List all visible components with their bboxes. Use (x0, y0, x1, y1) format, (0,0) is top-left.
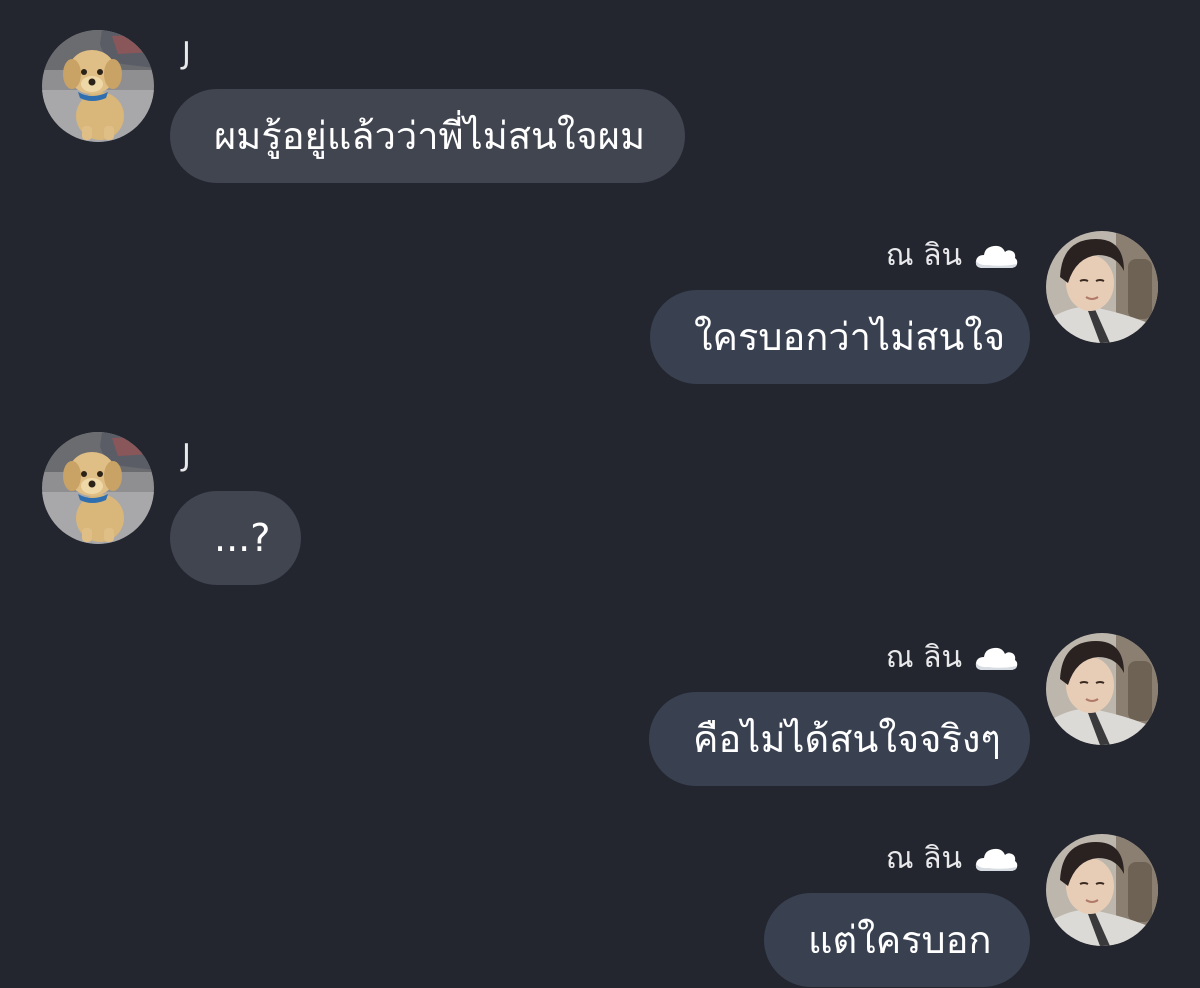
sender-name: ณ ลิน (885, 238, 962, 273)
sender-name-row: ณ ลิน (886, 640, 1018, 676)
cloud-icon (974, 643, 1018, 673)
sender-name: J (182, 438, 191, 473)
sender-name: J (182, 36, 191, 71)
message-bubble[interactable]: แต่ใครบอก (764, 893, 1030, 987)
message-bubble[interactable]: ผมรู้อยู่แล้วว่าพี่ไม่สนใจผม (170, 89, 685, 183)
person-avatar[interactable] (1046, 633, 1158, 745)
message-bubble[interactable]: ...? (170, 491, 301, 585)
message-bubble[interactable]: คือไม่ได้สนใจจริงๆ (649, 692, 1030, 786)
sender-name-row: ณ ลิน (886, 841, 1018, 877)
message-bubble[interactable]: ใครบอกว่าไม่สนใจ (650, 290, 1030, 384)
puppy-avatar[interactable] (42, 30, 154, 142)
cloud-icon (974, 844, 1018, 874)
sender-name: ณ ลิน (885, 841, 962, 876)
person-avatar[interactable] (1046, 231, 1158, 343)
chat-view: J ผมรู้อยู่แล้วว่าพี่ไม่สนใจผม ณ ลิน ใคร… (0, 0, 1200, 988)
cloud-icon (974, 241, 1018, 271)
puppy-avatar[interactable] (42, 432, 154, 544)
sender-name: ณ ลิน (885, 640, 962, 675)
sender-name-row: ณ ลิน (886, 238, 1018, 274)
person-avatar[interactable] (1046, 834, 1158, 946)
